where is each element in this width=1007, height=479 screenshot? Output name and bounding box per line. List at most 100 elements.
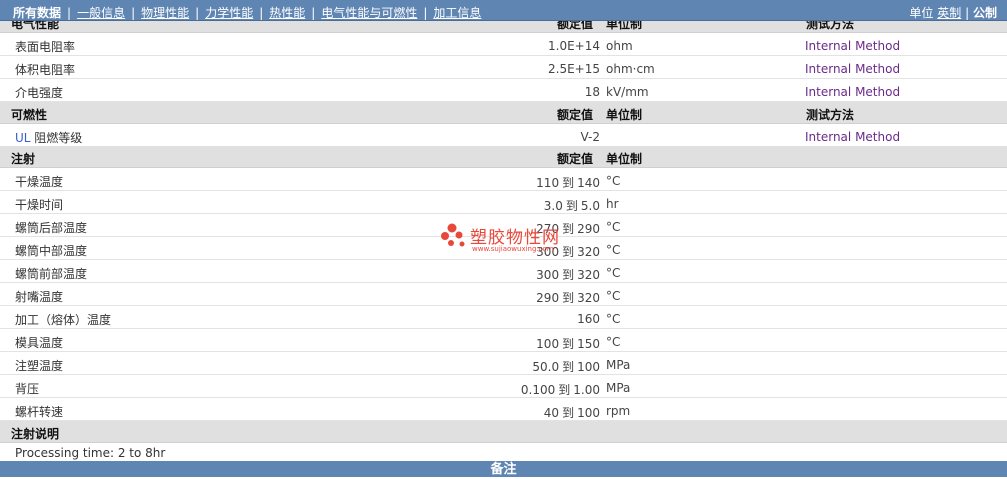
range-min: 300 xyxy=(536,268,560,282)
table-row: 介电强度 18 kV/mm Internal Method xyxy=(0,79,1007,102)
section-header-injection-notes: 注射说明 xyxy=(0,421,1007,443)
range-max: 100 xyxy=(577,406,600,420)
nav-separator: | xyxy=(195,6,200,20)
property-value: 1.0E+14 xyxy=(548,39,600,53)
watermark-url: www.sujiaowuxing.com xyxy=(472,245,554,253)
range-max: 140 xyxy=(577,176,600,190)
col-header-unit: 单位制 xyxy=(606,21,643,31)
property-value: 290 到 320 xyxy=(536,289,600,306)
table-row: 体积电阻率 2.5E+15 ohm·cm Internal Method xyxy=(0,56,1007,79)
col-header-unit: 单位制 xyxy=(606,152,643,166)
unit-switcher: 单位 英制 | 公制 xyxy=(909,4,997,21)
remarks-bar: 备注 xyxy=(0,461,1007,477)
category-nav: 所有数据 | 一般信息 | 物理性能 | 力学性能 | 热性能 | 电气性能与可燃性 | 加工信息 xyxy=(13,4,481,21)
nav-mechanical[interactable]: 力学性能 xyxy=(205,6,253,20)
property-value: 50.0 到 100 xyxy=(532,358,600,375)
section-title: 可燃性 xyxy=(11,108,48,122)
property-name-text: 阻燃等级 xyxy=(30,131,83,145)
property-value: 110 到 140 xyxy=(536,174,600,191)
property-name: 体积电阻率 xyxy=(15,63,76,77)
test-method: Internal Method xyxy=(805,39,901,53)
col-header-method: 测试方法 xyxy=(806,108,855,122)
range-min: 40 xyxy=(543,406,560,420)
property-value: 0.100 到 1.00 xyxy=(521,381,600,398)
table-row: 加工（熔体）温度 160 °C xyxy=(0,306,1007,329)
ul-link[interactable]: UL xyxy=(15,131,30,145)
nav-processing[interactable]: 加工信息 xyxy=(433,6,481,20)
table-row: 射嘴温度 290 到 320 °C xyxy=(0,283,1007,306)
unit-label: 单位 xyxy=(909,6,934,20)
col-header-value: 额定值 xyxy=(557,152,594,166)
injection-note-text: Processing time: 2 to 8hr xyxy=(15,446,166,460)
test-method: Internal Method xyxy=(805,130,901,144)
property-name: 射嘴温度 xyxy=(15,290,64,304)
section-title: 注射 xyxy=(11,152,36,166)
range-min: 50.0 xyxy=(532,360,560,374)
nav-separator: | xyxy=(423,6,428,20)
property-value: 100 到 150 xyxy=(536,335,600,352)
property-name: 背压 xyxy=(15,382,40,396)
property-value: V-2 xyxy=(580,130,600,144)
property-unit: °C xyxy=(606,335,621,349)
range-to: 到 xyxy=(558,383,571,397)
property-unit: °C xyxy=(606,174,621,188)
nav-all-data[interactable]: 所有数据 xyxy=(13,6,61,20)
nav-thermal[interactable]: 热性能 xyxy=(269,6,305,20)
table-row: 干燥温度 110 到 140 °C xyxy=(0,168,1007,191)
property-value: 3.0 到 5.0 xyxy=(544,197,600,214)
range-min: 3.0 xyxy=(543,199,563,213)
property-name: 注塑温度 xyxy=(15,359,64,373)
range-max: 320 xyxy=(577,291,600,305)
section-header-flammability: 可燃性 额定值 单位制 测试方法 xyxy=(0,102,1007,124)
table-row: 表面电阻率 1.0E+14 ohm Internal Method xyxy=(0,33,1007,56)
property-unit: hr xyxy=(606,197,619,211)
test-method: Internal Method xyxy=(805,62,901,76)
range-to: 到 xyxy=(562,337,575,351)
property-name: 表面电阻率 xyxy=(15,40,76,54)
col-header-method: 测试方法 xyxy=(806,21,855,31)
property-unit: °C xyxy=(606,289,621,303)
property-value: 300 到 320 xyxy=(536,266,600,283)
nav-physical[interactable]: 物理性能 xyxy=(141,6,189,20)
range-max: 100 xyxy=(577,360,600,374)
top-nav-bar: 所有数据 | 一般信息 | 物理性能 | 力学性能 | 热性能 | 电气性能与可燃性 | 加工信息 单位… xyxy=(0,0,1007,21)
unit-metric-current[interactable]: 公制 xyxy=(973,6,997,20)
range-max: 320 xyxy=(577,268,600,282)
property-unit: °C xyxy=(606,243,621,257)
range-to: 到 xyxy=(562,291,575,305)
range-to: 到 xyxy=(562,406,575,420)
unit-imperial-link[interactable]: 英制 xyxy=(937,6,961,20)
range-to: 到 xyxy=(562,176,575,190)
section-title: 注射说明 xyxy=(11,427,60,441)
property-name: 模具温度 xyxy=(15,336,64,350)
range-max: 290 xyxy=(577,222,600,236)
range-max: 150 xyxy=(577,337,600,351)
property-name: 螺筒后部温度 xyxy=(15,221,88,235)
property-name: 干燥时间 xyxy=(15,198,64,212)
nav-separator: | xyxy=(311,6,316,20)
table-row: 螺筒前部温度 300 到 320 °C xyxy=(0,260,1007,283)
property-unit: MPa xyxy=(606,381,631,395)
range-to: 到 xyxy=(562,268,575,282)
nav-electrical-flammability[interactable]: 电气性能与可燃性 xyxy=(321,6,417,20)
property-name: 干燥温度 xyxy=(15,175,64,189)
table-row: 干燥时间 3.0 到 5.0 hr xyxy=(0,191,1007,214)
test-method: Internal Method xyxy=(805,85,901,99)
property-unit: MPa xyxy=(606,358,631,372)
property-name: 介电强度 xyxy=(15,86,64,100)
property-unit: kV/mm xyxy=(606,85,649,99)
range-max: 1.00 xyxy=(573,383,600,397)
property-name: 螺杆转速 xyxy=(15,405,64,419)
property-unit: rpm xyxy=(606,404,631,418)
property-value: 160 xyxy=(577,312,600,326)
site-watermark: 塑胶物性网 www.sujiaowuxing.com xyxy=(440,223,580,255)
property-value: 2.5E+15 xyxy=(548,62,600,76)
table-row: 注塑温度 50.0 到 100 MPa xyxy=(0,352,1007,375)
property-name: 加工（熔体）温度 xyxy=(15,313,112,327)
nav-general-info[interactable]: 一般信息 xyxy=(77,6,125,20)
col-header-value: 额定值 xyxy=(557,21,594,31)
section-header-electrical: 电气性能 额定值 单位制 测试方法 xyxy=(0,21,1007,33)
property-name: 螺筒中部温度 xyxy=(15,244,88,258)
nav-separator: | xyxy=(131,6,136,20)
property-value: 18 xyxy=(584,85,600,99)
